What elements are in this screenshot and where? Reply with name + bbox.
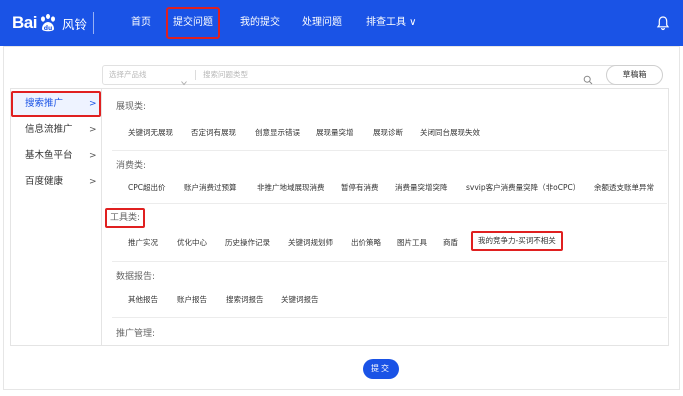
chevron-right-icon: > [89,99,97,109]
baidu-fengling-logo[interactable]: Bai du 风铃 [12,10,87,36]
baidu-paw-icon: du [38,13,58,33]
option-promotion-live[interactable]: 推广实况 [128,237,158,248]
option-image-tool[interactable]: 图片工具 [397,237,427,248]
issue-type-search-input[interactable]: 搜索问题类型 [203,66,248,84]
option-display-surge[interactable]: 展现量突增 [316,127,354,138]
option-creative-display-error[interactable]: 创意显示错误 [255,127,300,138]
section-title-display: 展现类: [116,102,147,112]
option-keyword-no-display[interactable]: 关键词无展现 [128,127,173,138]
section-divider [112,261,667,262]
issue-type-panel: 展现类: 关键词无展现 否定词有展现 创意显示错误 展现量突增 展现诊断 关闭同… [101,88,669,346]
logo-bai-text: Bai [12,13,37,32]
option-consumption-surge-drop[interactable]: 消费量突增突降 [395,182,448,193]
option-shangdun[interactable]: 商盾 [443,237,458,248]
section-title-consumption: 消费类: [116,161,147,171]
top-nav-bar: Bai du 风铃 首页 提交问题 我的提交 处理问题 排查工具 ∨ [0,0,683,46]
option-keyword-report[interactable]: 关键词报告 [281,294,319,305]
option-cpc-over-bid[interactable]: CPC超出价 [128,182,166,193]
option-display-diagnosis[interactable]: 展现诊断 [373,127,403,138]
option-account-report[interactable]: 账户报告 [177,294,207,305]
option-paused-with-consumption[interactable]: 暂停有消费 [341,182,379,193]
section-divider [112,317,667,318]
menu-item-baidu-health[interactable]: 百度健康 > [11,169,101,195]
menu-item-label: 基木鱼平台 [25,150,73,161]
filter-bar: 选择产品线 搜索问题类型 [102,65,642,86]
option-history-log[interactable]: 历史操作记录 [225,237,270,248]
bell-icon[interactable] [656,15,670,31]
topbar-divider [93,12,94,34]
section-title-tools: 工具类: [105,208,146,228]
search-icon[interactable] [583,70,593,85]
product-menu: 搜索推广 > 信息流推广 > 基木鱼平台 > 百度健康 > [10,88,101,346]
chevron-right-icon: > [89,125,97,135]
section-divider [112,203,667,204]
option-keyword-planner[interactable]: 关键词规划师 [288,237,333,248]
option-non-region-consumption[interactable]: 非推广地域展现消费 [257,182,325,193]
option-bid-strategy[interactable]: 出价策略 [351,237,381,248]
nav-troubleshoot-tools[interactable]: 排查工具 ∨ [366,0,417,46]
nav-submit-issue[interactable]: 提交问题 [166,7,220,39]
option-negative-word-displayed[interactable]: 否定词有展现 [191,127,236,138]
submit-button[interactable]: 提交 [363,359,399,379]
nav-handle-issues[interactable]: 处理问题 [302,0,342,46]
nav-home[interactable]: 首页 [131,0,151,46]
svg-text:du: du [44,25,53,32]
menu-item-search-promotion[interactable]: 搜索推广 > [11,91,101,117]
chevron-right-icon: > [89,151,97,161]
chevron-right-icon: > [89,177,97,187]
nav-my-submissions[interactable]: 我的提交 [240,0,280,46]
drafts-button[interactable]: 草稿箱 [606,65,663,85]
menu-item-label: 信息流推广 [25,124,73,135]
option-search-term-report[interactable]: 搜索词报告 [226,294,264,305]
menu-item-feed-promotion[interactable]: 信息流推广 > [11,117,101,143]
option-account-over-budget[interactable]: 账户消费过预算 [184,182,237,193]
menu-item-jimuyu-platform[interactable]: 基木鱼平台 > [11,143,101,169]
chevron-down-icon[interactable] [181,71,187,86]
app-name: 风铃 [61,16,87,32]
menu-item-label: 百度健康 [25,176,64,187]
section-divider [112,150,667,151]
section-title-data-report: 数据报告: [116,272,156,282]
option-svvip-consumption-drop[interactable]: svvip客户消费量突降（非oCPC） [466,182,580,193]
menu-item-label: 搜索推广 [25,98,64,109]
option-other-report[interactable]: 其他报告 [128,294,158,305]
option-close-same-display-failed[interactable]: 关闭同台展现失效 [420,127,480,138]
option-balance-overdraft-bill[interactable]: 余额透支账单异常 [594,182,654,193]
product-line-select[interactable]: 选择产品线 [109,66,147,84]
option-my-competitiveness[interactable]: 我的竞争力-买词不相关 [471,231,563,251]
option-optimization-center[interactable]: 优化中心 [177,237,207,248]
filter-divider [195,70,196,80]
section-title-promotion-management: 推广管理: [116,329,156,339]
